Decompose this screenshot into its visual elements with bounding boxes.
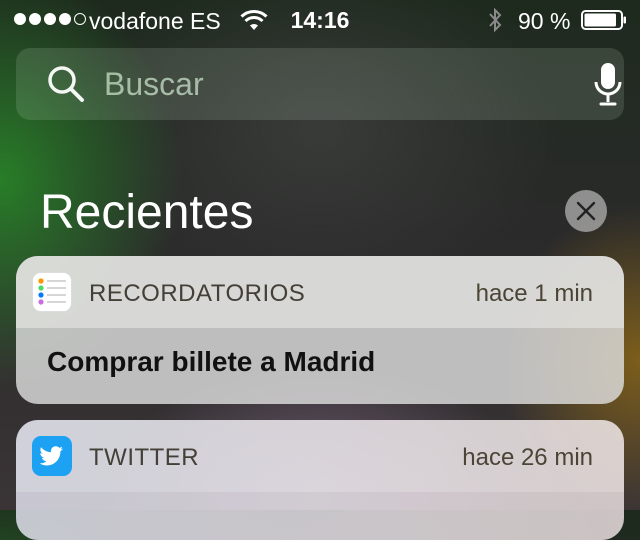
battery-icon: [581, 10, 626, 30]
notification-app-name: TWITTER: [89, 444, 200, 471]
recents-title: Recientes: [40, 186, 254, 239]
twitter-app-icon: [32, 436, 72, 476]
notification-body: [16, 492, 624, 540]
notification-card-reminders[interactable]: RECORDATORIOS hace 1 min Comprar billete…: [16, 256, 624, 404]
notification-time: hace 1 min: [475, 280, 593, 307]
close-icon: [576, 201, 596, 221]
bluetooth-icon: [489, 7, 502, 33]
search-icon: [48, 66, 84, 102]
notification-header: TWITTER hace 26 min: [16, 420, 624, 492]
reminders-app-icon: [32, 272, 72, 312]
notification-card-twitter[interactable]: TWITTER hace 26 min: [16, 420, 624, 540]
notification-app-name: RECORDATORIOS: [89, 280, 306, 307]
status-bar: vodafone ES 14:16 90 %: [0, 0, 640, 40]
microphone-icon[interactable]: [594, 62, 622, 108]
clear-recents-button[interactable]: [565, 190, 607, 232]
notification-header: RECORDATORIOS hace 1 min: [16, 256, 624, 328]
battery-percentage: 90 %: [518, 8, 571, 34]
search-input[interactable]: [104, 62, 574, 106]
notification-time: hace 26 min: [462, 444, 593, 471]
search-bar[interactable]: [16, 48, 624, 120]
notification-message: Comprar billete a Madrid: [47, 346, 376, 377]
